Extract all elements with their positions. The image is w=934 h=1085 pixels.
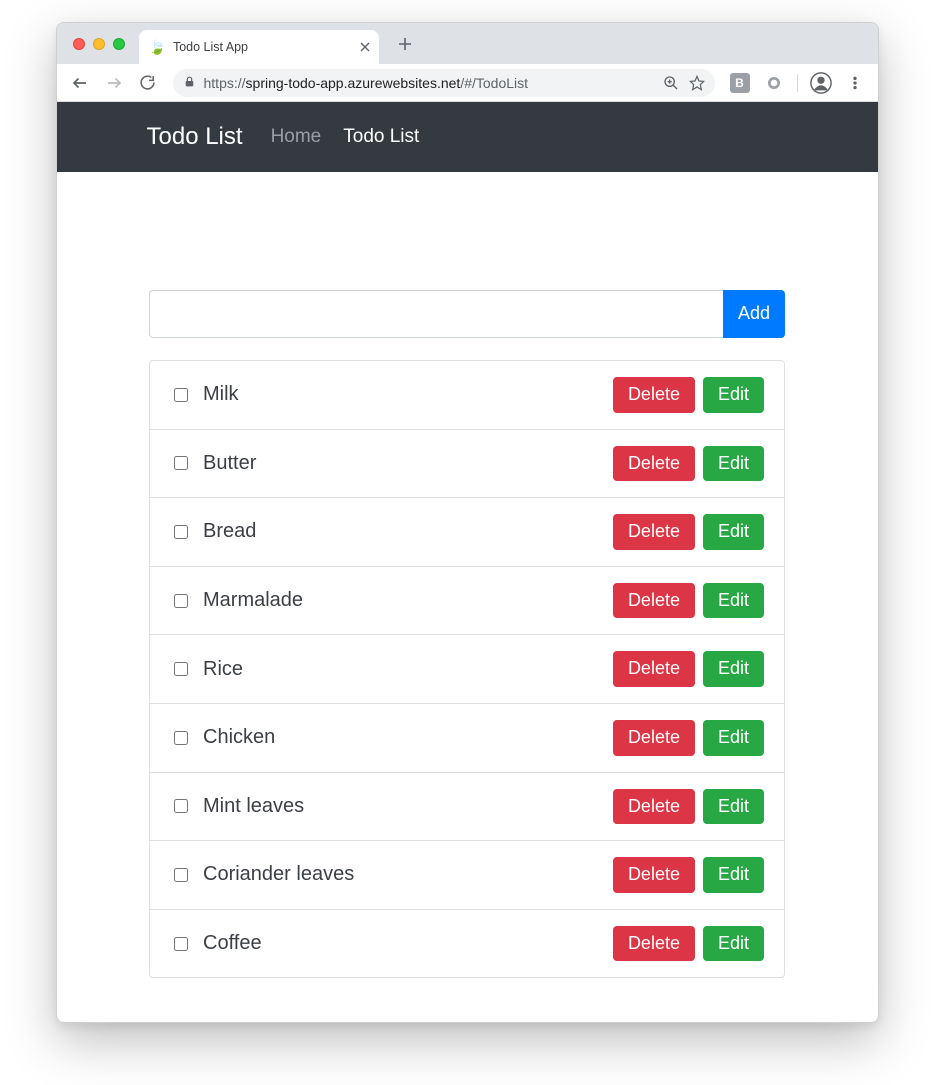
reload-button[interactable] <box>133 68 163 98</box>
delete-button[interactable]: Delete <box>613 377 695 413</box>
add-form: Add <box>149 290 785 338</box>
todo-actions: DeleteEdit <box>613 720 764 756</box>
todo-actions: DeleteEdit <box>613 446 764 482</box>
leaf-icon: 🍃 <box>149 40 166 54</box>
edit-button[interactable]: Edit <box>703 789 764 825</box>
todo-item: Milk DeleteEdit <box>150 361 784 430</box>
browser-toolbar: https://spring-todo-app.azurewebsites.ne… <box>57 64 878 102</box>
kebab-menu-button[interactable] <box>840 68 870 98</box>
todo-checkbox[interactable] <box>174 456 188 470</box>
todo-checkbox[interactable] <box>174 868 188 882</box>
browser-window: 🍃 Todo List App https://spring-todo-app.… <box>56 22 879 1023</box>
tab-title: Todo List App <box>173 40 350 54</box>
todo-actions: DeleteEdit <box>613 857 764 893</box>
todo-item: Mint leaves DeleteEdit <box>150 773 784 842</box>
todo-label: Butter <box>203 452 601 475</box>
forward-button[interactable] <box>99 68 129 98</box>
lock-icon <box>183 75 196 91</box>
extension-icon: B <box>730 73 750 93</box>
todo-actions: DeleteEdit <box>613 583 764 619</box>
extension-button[interactable]: B <box>725 68 755 98</box>
todo-checkbox[interactable] <box>174 388 188 402</box>
edit-button[interactable]: Edit <box>703 377 764 413</box>
add-button[interactable]: Add <box>723 290 785 338</box>
edit-button[interactable]: Edit <box>703 720 764 756</box>
delete-button[interactable]: Delete <box>613 857 695 893</box>
todo-checkbox[interactable] <box>174 937 188 951</box>
todo-checkbox[interactable] <box>174 799 188 813</box>
navlink-home[interactable]: Home <box>271 126 322 148</box>
back-button[interactable] <box>65 68 95 98</box>
todo-label: Bread <box>203 520 601 543</box>
todo-item: Rice DeleteEdit <box>150 635 784 704</box>
window-fullscreen-button[interactable] <box>113 38 125 50</box>
todo-label: Coriander leaves <box>203 863 601 886</box>
browser-tab[interactable]: 🍃 Todo List App <box>139 30 379 64</box>
edit-button[interactable]: Edit <box>703 583 764 619</box>
delete-button[interactable]: Delete <box>613 720 695 756</box>
address-bar[interactable]: https://spring-todo-app.azurewebsites.ne… <box>173 69 715 97</box>
edit-button[interactable]: Edit <box>703 926 764 962</box>
todo-item: Coriander leaves DeleteEdit <box>150 841 784 910</box>
todo-actions: DeleteEdit <box>613 651 764 687</box>
edit-button[interactable]: Edit <box>703 857 764 893</box>
new-todo-input[interactable] <box>149 290 723 338</box>
url-text: https://spring-todo-app.azurewebsites.ne… <box>204 75 675 91</box>
todo-checkbox[interactable] <box>174 594 188 608</box>
bookmark-star-icon[interactable] <box>685 71 709 95</box>
delete-button[interactable]: Delete <box>613 789 695 825</box>
navlink-todo-list[interactable]: Todo List <box>343 126 419 148</box>
brand[interactable]: Todo List <box>147 123 243 151</box>
window-close-button[interactable] <box>73 38 85 50</box>
todo-label: Milk <box>203 383 601 406</box>
delete-button[interactable]: Delete <box>613 583 695 619</box>
app-navbar: Todo List Home Todo List <box>57 102 878 172</box>
nav-links: Home Todo List <box>271 126 420 148</box>
todo-checkbox[interactable] <box>174 662 188 676</box>
edit-button[interactable]: Edit <box>703 514 764 550</box>
zoom-icon[interactable] <box>659 71 683 95</box>
edit-button[interactable]: Edit <box>703 446 764 482</box>
profile-button[interactable] <box>806 68 836 98</box>
todo-item: Coffee DeleteEdit <box>150 910 784 978</box>
todo-label: Mint leaves <box>203 795 601 818</box>
todo-actions: DeleteEdit <box>613 789 764 825</box>
todo-list: MilkDeleteEditButterDeleteEditBreadDelet… <box>149 360 785 978</box>
todo-label: Marmalade <box>203 589 601 612</box>
todo-label: Rice <box>203 658 601 681</box>
todo-item: Butter DeleteEdit <box>150 430 784 499</box>
tab-strip: 🍃 Todo List App <box>57 23 878 64</box>
todo-checkbox[interactable] <box>174 525 188 539</box>
toolbar-divider <box>797 74 798 92</box>
todo-actions: DeleteEdit <box>613 926 764 962</box>
todo-actions: DeleteEdit <box>613 514 764 550</box>
todo-label: Chicken <box>203 726 601 749</box>
todo-item: Chicken DeleteEdit <box>150 704 784 773</box>
new-tab-button[interactable] <box>391 30 419 58</box>
window-minimize-button[interactable] <box>93 38 105 50</box>
delete-button[interactable]: Delete <box>613 446 695 482</box>
window-controls <box>73 38 125 50</box>
delete-button[interactable]: Delete <box>613 651 695 687</box>
page: Todo List HomeTodo List Add MilkDeleteEd… <box>57 102 878 1022</box>
delete-button[interactable]: Delete <box>613 514 695 550</box>
delete-button[interactable]: Delete <box>613 926 695 962</box>
edit-button[interactable]: Edit <box>703 651 764 687</box>
todo-label: Coffee <box>203 932 601 955</box>
todo-actions: DeleteEdit <box>613 377 764 413</box>
content: Add MilkDeleteEditButterDeleteEditBreadD… <box>149 290 785 978</box>
todo-item: Marmalade DeleteEdit <box>150 567 784 636</box>
todo-item: Bread DeleteEdit <box>150 498 784 567</box>
extension-circle-button[interactable] <box>759 68 789 98</box>
todo-checkbox[interactable] <box>174 731 188 745</box>
close-tab-button[interactable] <box>357 39 373 55</box>
